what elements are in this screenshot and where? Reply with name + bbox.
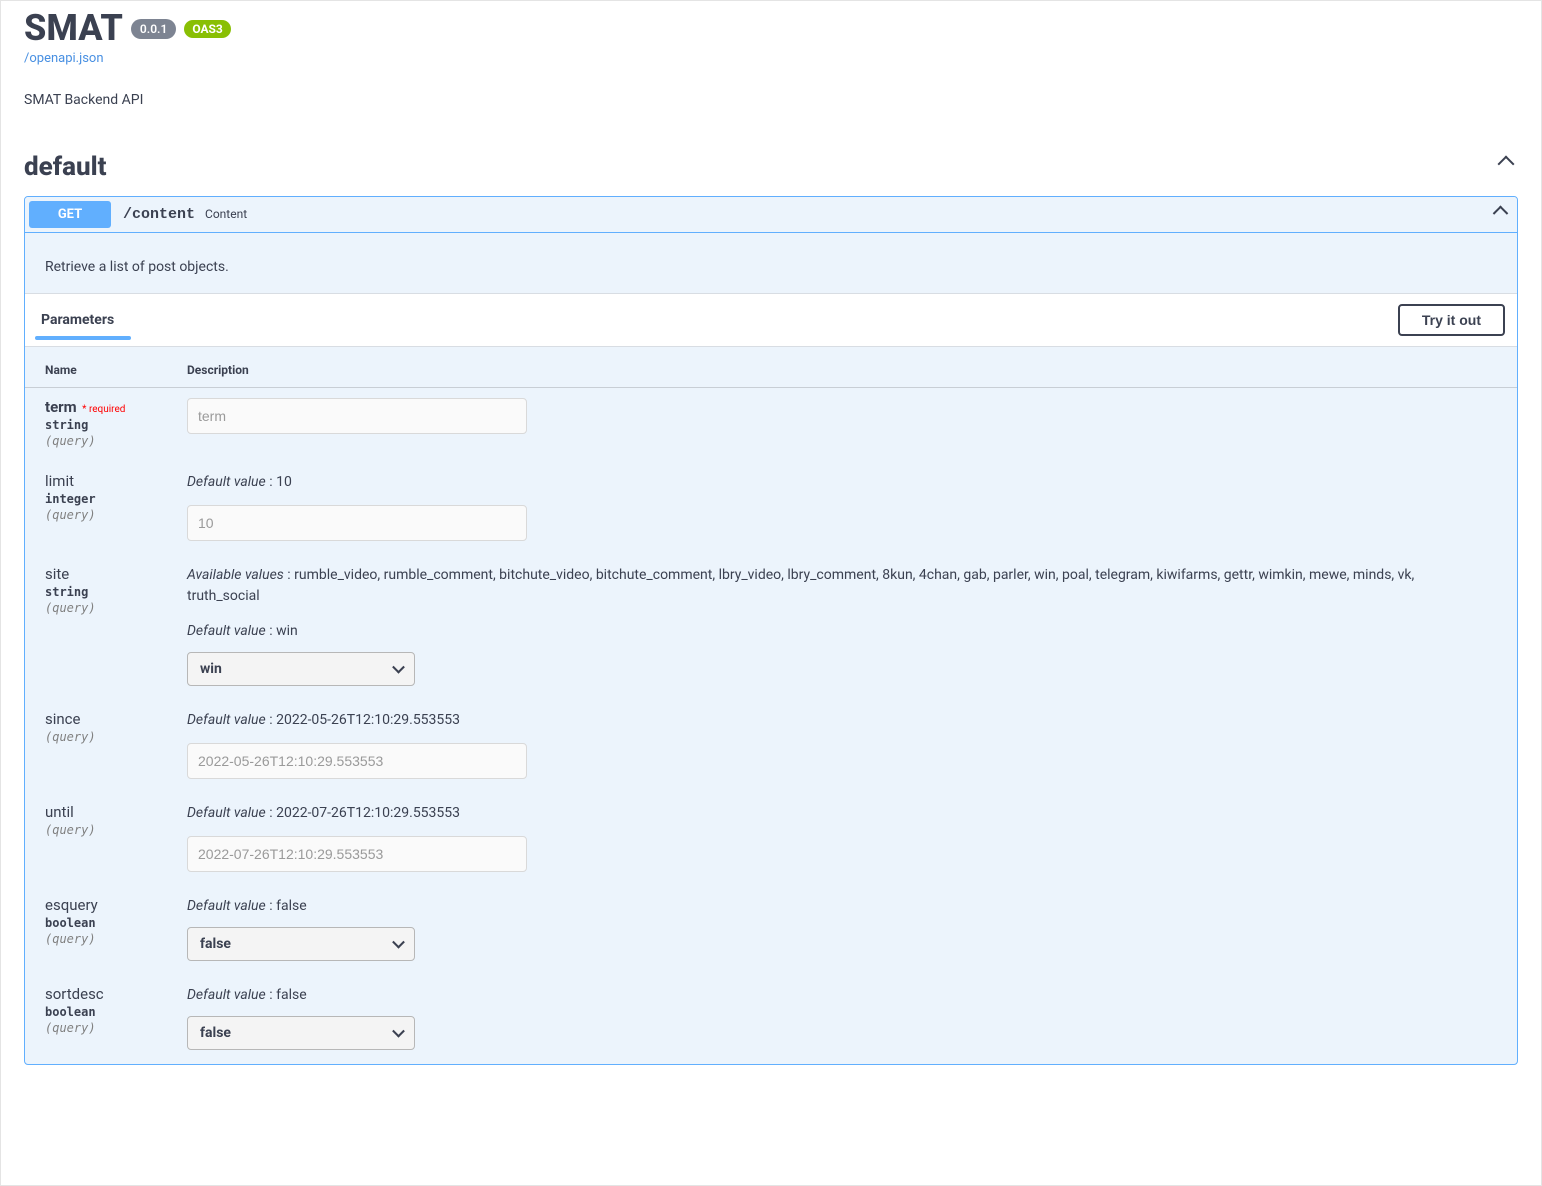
param-location: (query) xyxy=(45,601,155,615)
parameters-bar: Parameters Try it out xyxy=(25,293,1517,347)
col-header-description: Description xyxy=(167,347,1517,388)
required-marker: * required xyxy=(82,404,125,415)
swagger-page: SMAT 0.0.1 OAS3 /openapi.json SMAT Backe… xyxy=(0,0,1542,1186)
default-label: Default value xyxy=(187,712,266,728)
default-label: Default value xyxy=(187,474,266,490)
parameters-table: Name Description term * required xyxy=(25,347,1517,1064)
param-default: win xyxy=(276,623,298,639)
param-row-term: term * required string (query) xyxy=(25,387,1517,462)
param-row-sortdesc: sortdesc boolean (query) Default value :… xyxy=(25,975,1517,1064)
since-input[interactable] xyxy=(187,743,527,779)
tag-name: default xyxy=(24,152,106,182)
try-it-out-button[interactable]: Try it out xyxy=(1398,304,1505,336)
default-label: Default value xyxy=(187,805,266,821)
operation-body: Retrieve a list of post objects. Paramet… xyxy=(25,233,1517,1064)
param-name: limit xyxy=(45,472,155,490)
param-default: 2022-05-26T12:10:29.553553 xyxy=(276,712,460,728)
param-location: (query) xyxy=(45,1021,155,1035)
param-default: false xyxy=(276,987,307,1003)
version-badge: 0.0.1 xyxy=(131,19,176,39)
operation-description: Retrieve a list of post objects. xyxy=(25,233,1517,293)
param-location: (query) xyxy=(45,823,155,837)
chevron-up-icon xyxy=(1500,158,1518,176)
operation-block: GET /content Content Retrieve a list of … xyxy=(24,196,1518,1065)
term-input[interactable] xyxy=(187,398,527,434)
param-default: 10 xyxy=(276,474,292,490)
until-input[interactable] xyxy=(187,836,527,872)
param-name: sortdesc xyxy=(45,985,155,1003)
param-location: (query) xyxy=(45,932,155,946)
param-default: 2022-07-26T12:10:29.553553 xyxy=(276,805,460,821)
chevron-up-icon xyxy=(1495,207,1507,219)
site-select[interactable]: win xyxy=(187,652,415,686)
tag-header[interactable]: default xyxy=(24,146,1518,188)
default-label: Default value xyxy=(187,623,266,639)
operation-path: /content xyxy=(123,206,195,223)
spec-link[interactable]: /openapi.json xyxy=(24,51,104,66)
param-name: until xyxy=(45,803,155,821)
default-label: Default value xyxy=(187,987,266,1003)
param-default: false xyxy=(276,898,307,914)
param-row-site: site string (query) Available values : r… xyxy=(25,555,1517,700)
method-badge: GET xyxy=(29,201,111,228)
param-available: rumble_video, rumble_comment, bitchute_v… xyxy=(187,567,1414,604)
sortdesc-select[interactable]: false xyxy=(187,1016,415,1050)
param-type: string xyxy=(45,585,155,599)
param-location: (query) xyxy=(45,434,155,448)
param-name: term xyxy=(45,398,77,416)
param-row-esquery: esquery boolean (query) Default value : … xyxy=(25,886,1517,975)
oas-badge: OAS3 xyxy=(184,20,231,38)
col-header-name: Name xyxy=(25,347,167,388)
param-type: string xyxy=(45,418,155,432)
param-name: since xyxy=(45,710,155,728)
api-description: SMAT Backend API xyxy=(24,92,1518,108)
param-row-since: since (query) Default value : 2022-05-26… xyxy=(25,700,1517,793)
parameters-tab[interactable]: Parameters xyxy=(37,306,118,334)
esquery-select[interactable]: false xyxy=(187,927,415,961)
param-row-limit: limit integer (query) Default value : 10 xyxy=(25,462,1517,555)
param-name: esquery xyxy=(45,896,155,914)
limit-input[interactable] xyxy=(187,505,527,541)
param-name: site xyxy=(45,565,155,583)
api-title: SMAT xyxy=(24,9,123,49)
available-label: Available values xyxy=(187,567,284,583)
operation-summary[interactable]: GET /content Content xyxy=(25,197,1517,233)
param-row-until: until (query) Default value : 2022-07-26… xyxy=(25,793,1517,886)
default-label: Default value xyxy=(187,898,266,914)
tag-section: default GET /content Content Retrieve a … xyxy=(14,146,1528,1065)
param-type: boolean xyxy=(45,916,155,930)
param-type: boolean xyxy=(45,1005,155,1019)
param-type: integer xyxy=(45,492,155,506)
tab-underline xyxy=(35,336,131,340)
param-location: (query) xyxy=(45,508,155,522)
operation-summary-text: Content xyxy=(205,207,247,221)
param-location: (query) xyxy=(45,730,155,744)
api-header: SMAT 0.0.1 OAS3 /openapi.json SMAT Backe… xyxy=(14,1,1528,116)
